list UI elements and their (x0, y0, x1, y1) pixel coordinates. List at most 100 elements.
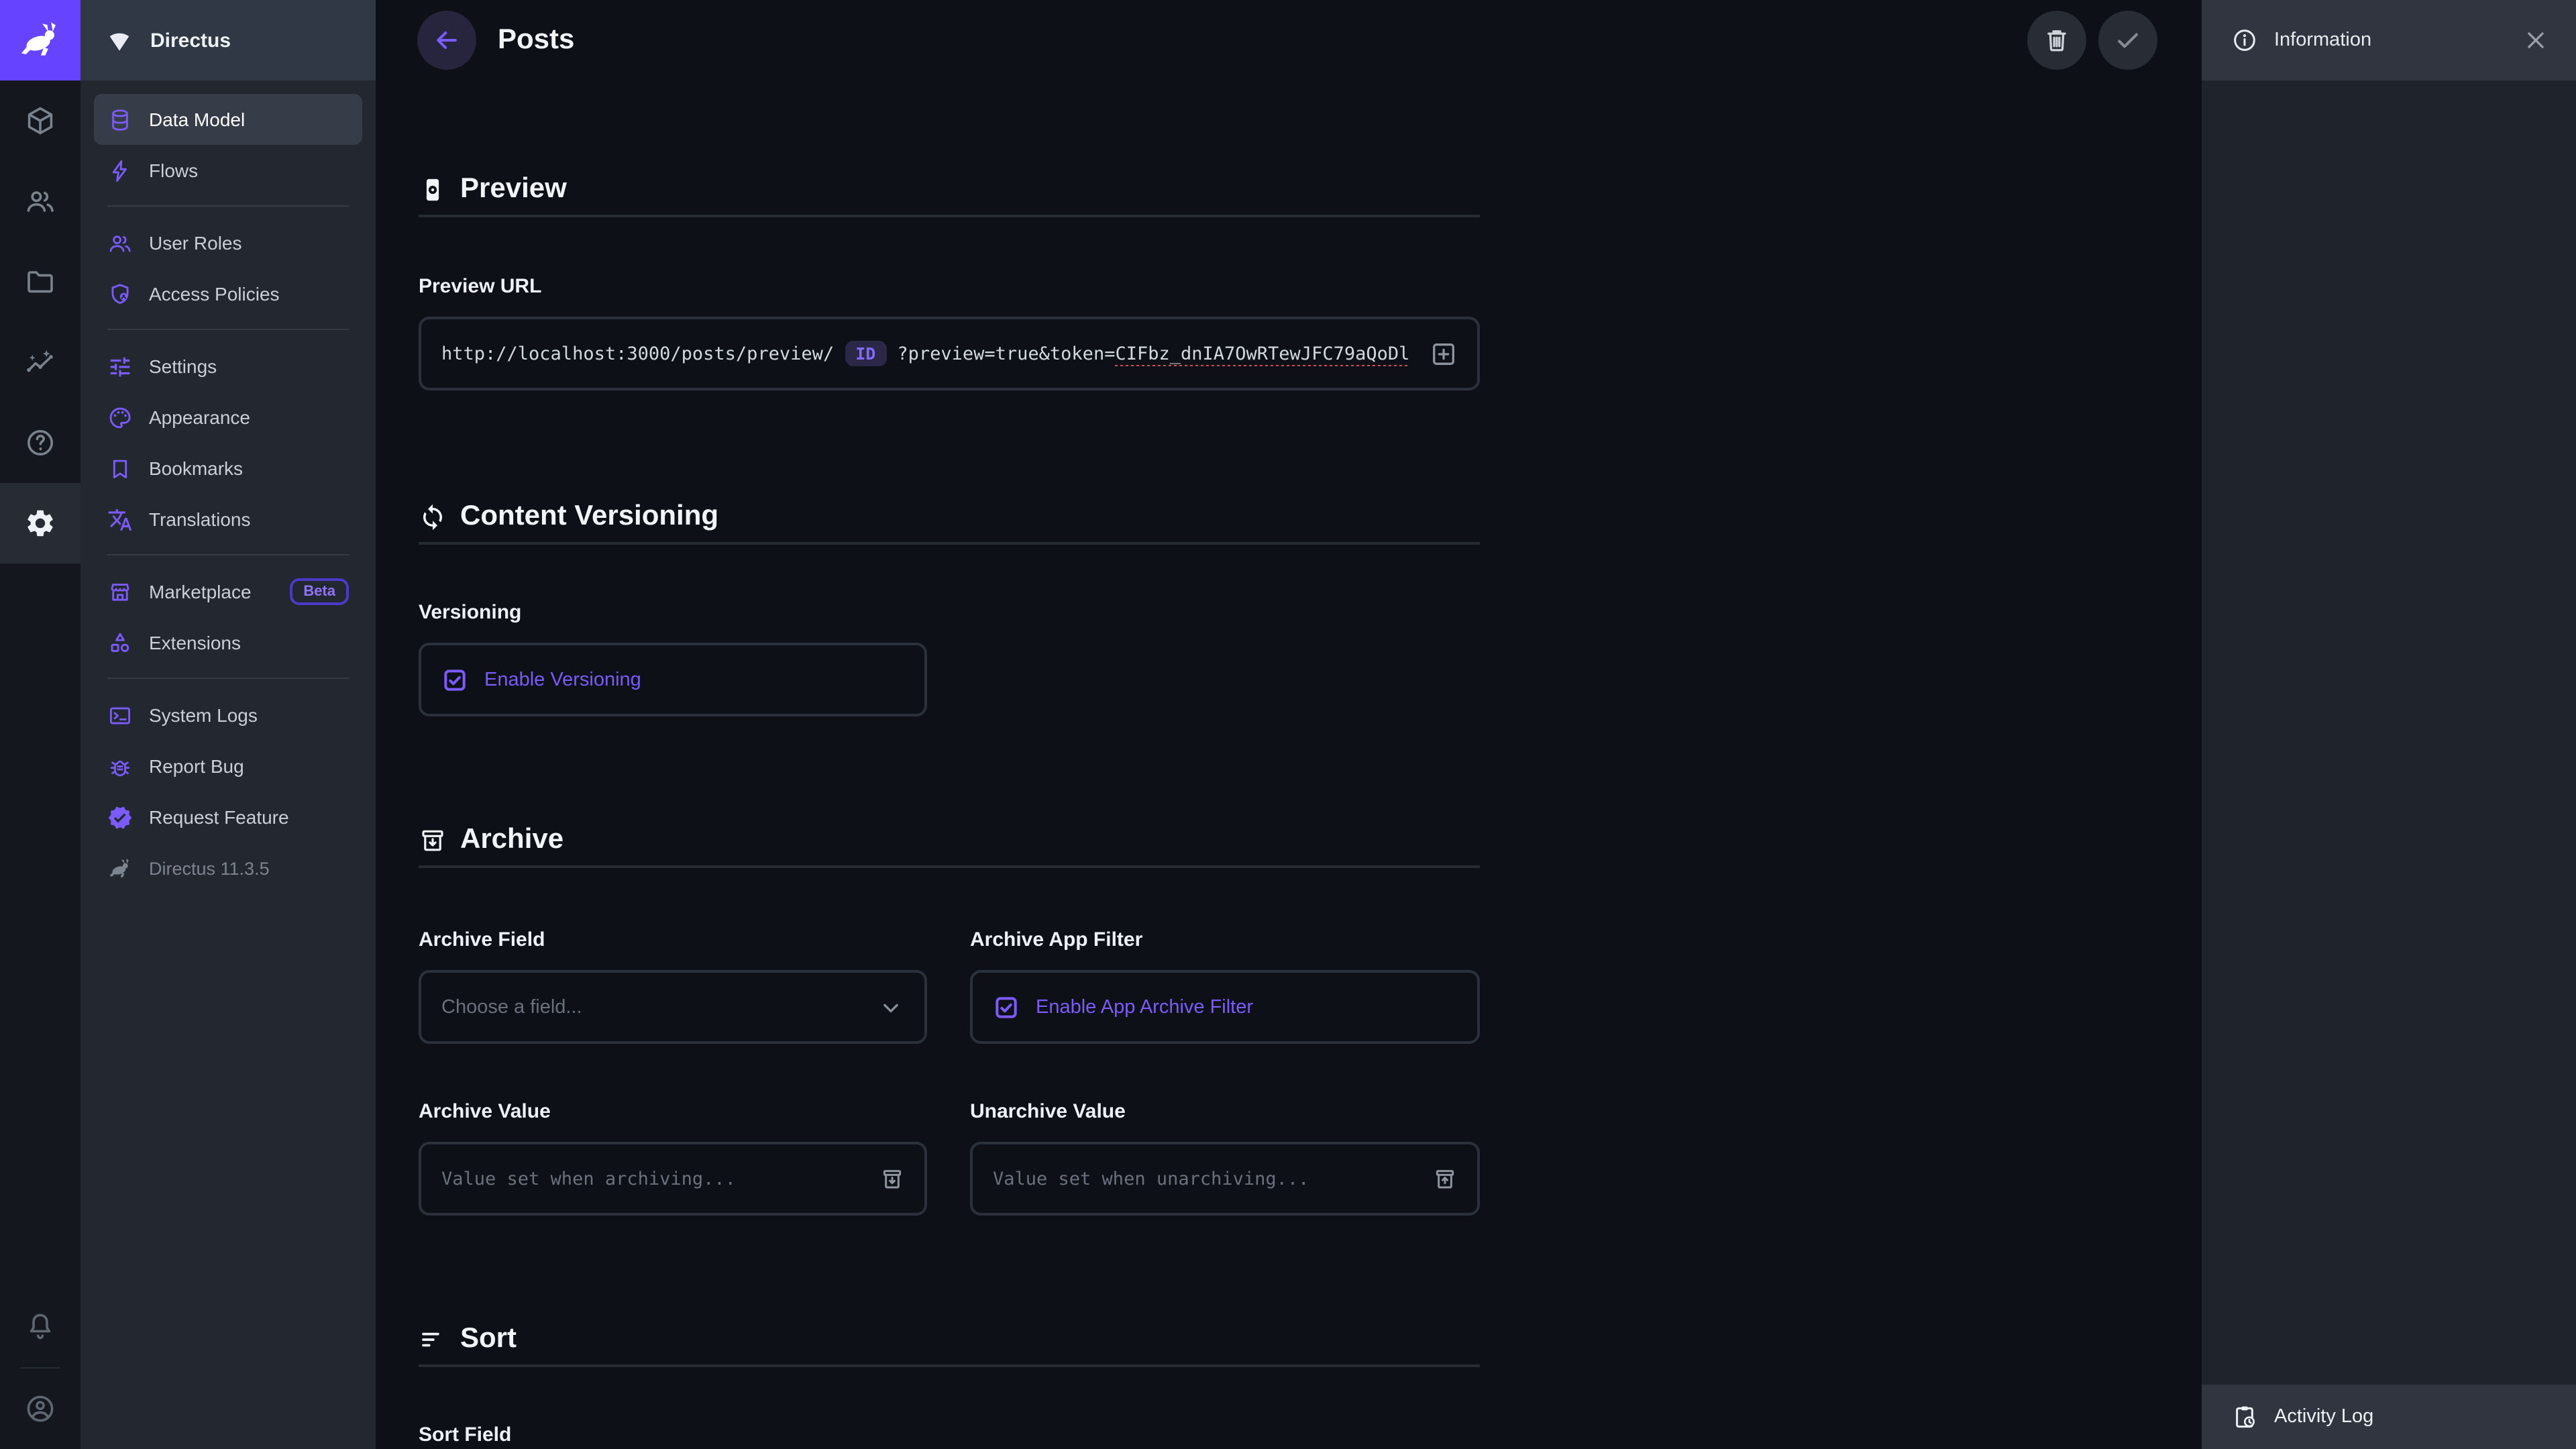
sidebar-item-label: Settings (149, 356, 217, 377)
sync-icon (419, 502, 447, 531)
module-bar (0, 0, 80, 1449)
box-icon (24, 105, 56, 137)
archive-field-label: Archive Field (419, 927, 927, 954)
archive-icon (419, 826, 447, 854)
sidebar-item-user-roles[interactable]: User Roles (94, 217, 362, 268)
directus-rabbit-icon (107, 855, 133, 881)
info-icon (2231, 27, 2258, 54)
nav-divider (107, 554, 349, 555)
help-icon (24, 427, 56, 459)
activity-log-toggle[interactable]: Activity Log (2202, 1385, 2576, 1449)
section-divider (419, 865, 1480, 868)
sidebar-item-system-logs[interactable]: System Logs (94, 690, 362, 741)
sidebar-item-label: User Roles (149, 232, 242, 254)
trash-icon (2042, 25, 2072, 55)
bolt-icon (107, 158, 133, 183)
module-files[interactable] (0, 241, 80, 322)
account-button[interactable] (0, 1368, 80, 1449)
page-title: Posts (498, 24, 574, 56)
enable-versioning-checkbox[interactable]: Enable Versioning (419, 643, 927, 716)
archive-value-input[interactable] (441, 1168, 865, 1189)
information-title: Information (2274, 30, 2371, 51)
sidebar-item-report-bug[interactable]: Report Bug (94, 741, 362, 792)
archive-field-select[interactable]: Choose a field... (419, 970, 927, 1044)
preview-url-input[interactable]: http://localhost:3000/posts/preview/ ID … (419, 317, 1480, 390)
project-header[interactable]: Directus (80, 0, 376, 80)
preview-url-value: http://localhost:3000/posts/preview/ ID … (441, 341, 1415, 366)
enable-app-archive-filter-checkbox[interactable]: Enable App Archive Filter (970, 970, 1480, 1044)
section-title-label: Archive (460, 824, 564, 856)
information-section-header[interactable]: Information (2202, 0, 2576, 80)
palette-icon (107, 405, 133, 430)
sidebar-item-data-model[interactable]: Data Model (94, 94, 362, 145)
sidebar-item-label: Flows (149, 160, 198, 181)
sidebar-item-marketplace[interactable]: Marketplace Beta (94, 566, 362, 617)
archive-value-field (419, 1142, 927, 1216)
module-bar-spacer (0, 564, 80, 1287)
url-token: CIFbz_dnIA7OwRTewJFC79aQoDl (1115, 343, 1409, 364)
url-prefix: http://localhost:3000/posts/preview/ (441, 343, 834, 364)
database-icon (107, 107, 133, 132)
arrow-left-icon (432, 25, 462, 55)
section-divider (419, 1364, 1480, 1367)
sort-field-label: Sort Field (419, 1422, 1480, 1449)
directus-rabbit-icon (17, 17, 63, 63)
versioning-label: Versioning (419, 600, 1480, 627)
close-icon[interactable] (2522, 27, 2549, 54)
version-label: Directus 11.3.5 (149, 858, 270, 878)
add-box-icon[interactable] (1429, 339, 1458, 368)
sidebar-item-settings[interactable]: Settings (94, 341, 362, 392)
module-insights[interactable] (0, 322, 80, 402)
tune-icon (107, 354, 133, 379)
module-users[interactable] (0, 161, 80, 241)
section-sort: Sort (419, 1319, 1480, 1359)
section-divider (419, 542, 1480, 545)
sidebar-item-access-policies[interactable]: Access Policies (94, 268, 362, 319)
id-field-chip[interactable]: ID (845, 341, 886, 366)
project-name: Directus (150, 29, 231, 52)
delete-collection-button[interactable] (2027, 11, 2086, 70)
bell-icon (24, 1311, 56, 1343)
sidebar-item-bookmarks[interactable]: Bookmarks (94, 443, 362, 494)
save-button[interactable] (2098, 11, 2157, 70)
project-fan-icon (105, 25, 134, 55)
section-title-label: Sort (460, 1323, 517, 1355)
url-query: ?preview=true&token=CIFbz_dnIA7OwRTewJFC… (897, 343, 1409, 364)
sidebar-item-appearance[interactable]: Appearance (94, 392, 362, 443)
sidebar-item-label: Marketplace (149, 581, 252, 602)
preview-url-label: Preview URL (419, 274, 1480, 301)
preview-device-icon (419, 175, 447, 203)
shield-person-icon (107, 281, 133, 307)
info-sidebar-body (2202, 80, 2576, 1385)
section-title-label: Preview (460, 173, 567, 205)
header-actions (2027, 11, 2157, 70)
insights-icon (24, 346, 56, 378)
archive-value-label: Archive Value (419, 1099, 927, 1126)
sidebar-item-extensions[interactable]: Extensions (94, 617, 362, 668)
module-help[interactable] (0, 402, 80, 483)
sidebar-item-translations[interactable]: Translations (94, 494, 362, 545)
sidebar-item-label: Access Policies (149, 283, 280, 305)
sidebar-item-label: Bookmarks (149, 458, 243, 479)
sidebar-item-label: Extensions (149, 632, 241, 653)
sidebar-item-label: Data Model (149, 109, 245, 130)
sidebar-item-flows[interactable]: Flows (94, 145, 362, 196)
nav-divider (107, 678, 349, 679)
bookmark-icon (107, 455, 133, 481)
checkbox-label: Enable App Archive Filter (1036, 996, 1253, 1018)
sidebar-item-request-feature[interactable]: Request Feature (94, 792, 362, 843)
nav-divider (107, 329, 349, 330)
notifications-button[interactable] (0, 1287, 80, 1367)
section-preview: Preview (419, 169, 1480, 209)
module-settings[interactable] (0, 483, 80, 564)
sidebar-item-label: Request Feature (149, 806, 289, 828)
unarchive-value-input[interactable] (993, 1168, 1418, 1189)
module-logo-button[interactable] (0, 0, 80, 80)
translate-icon (107, 506, 133, 532)
module-content[interactable] (0, 80, 80, 161)
unarchive-icon (1432, 1165, 1458, 1192)
back-button[interactable] (417, 11, 476, 70)
clipboard-clock-icon (2231, 1403, 2258, 1430)
directus-app: Directus Data Model Flows (0, 0, 2576, 1449)
unarchive-value-field (970, 1142, 1480, 1216)
